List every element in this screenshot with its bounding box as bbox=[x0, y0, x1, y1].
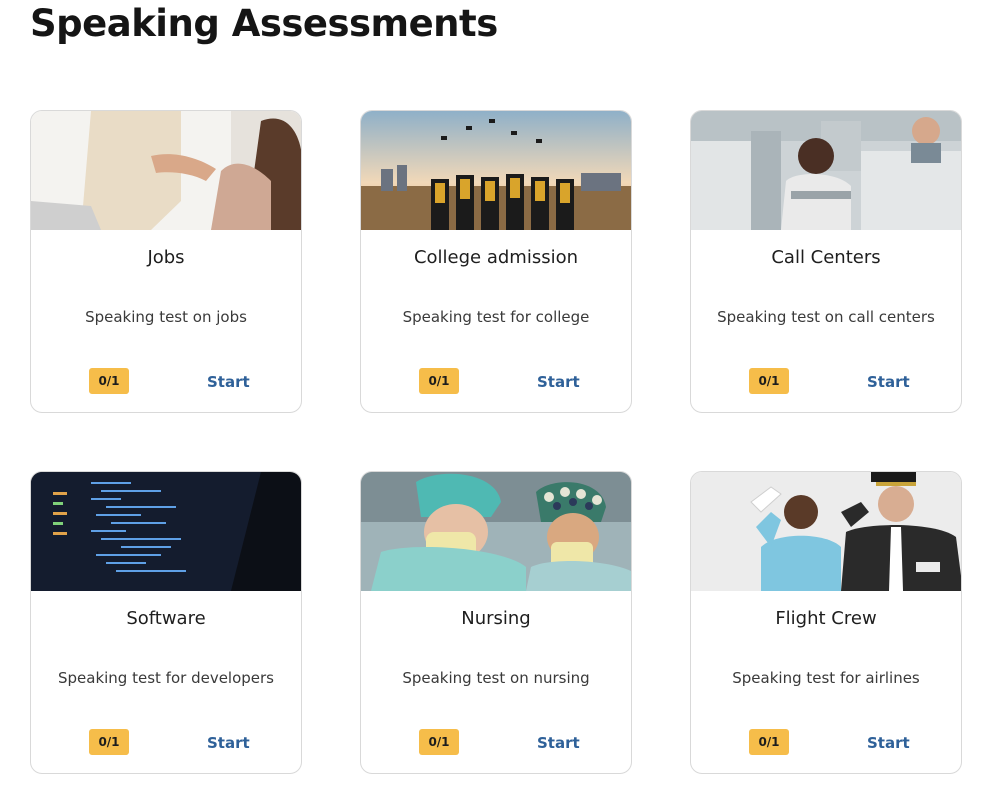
progress-badge: 0/1 bbox=[89, 368, 129, 394]
graduation-photo bbox=[361, 111, 631, 230]
start-button[interactable]: Start bbox=[207, 734, 250, 752]
card-description: Speaking test for developers bbox=[57, 669, 274, 687]
call-center-photo bbox=[691, 111, 961, 230]
start-button[interactable]: Start bbox=[867, 734, 910, 752]
card-title: Nursing bbox=[461, 608, 531, 629]
card-title: Jobs bbox=[147, 247, 185, 268]
progress-badge: 0/1 bbox=[749, 729, 789, 755]
card-title: Flight Crew bbox=[775, 608, 877, 629]
progress-badge: 0/1 bbox=[749, 368, 789, 394]
card-description: Speaking test for college bbox=[402, 308, 590, 326]
card-description: Speaking test on nursing bbox=[402, 669, 590, 687]
progress-badge: 0/1 bbox=[419, 368, 459, 394]
assessment-card-call-centers[interactable]: Call Centers Speaking test on call cente… bbox=[690, 110, 962, 413]
card-description: Speaking test on jobs bbox=[85, 308, 247, 326]
nurses-photo bbox=[361, 472, 631, 591]
progress-badge: 0/1 bbox=[419, 729, 459, 755]
assessment-card-nursing[interactable]: Nursing Speaking test on nursing 0/1 Sta… bbox=[360, 471, 632, 774]
start-button[interactable]: Start bbox=[867, 373, 910, 391]
start-button[interactable]: Start bbox=[537, 373, 580, 391]
card-title: College admission bbox=[413, 247, 579, 268]
start-button[interactable]: Start bbox=[537, 734, 580, 752]
page-title: Speaking Assessments bbox=[30, 2, 498, 45]
assessment-card-software[interactable]: Software Speaking test for developers 0/… bbox=[30, 471, 302, 774]
assessment-card-jobs[interactable]: Jobs Speaking test on jobs 0/1 Start bbox=[30, 110, 302, 413]
flight-crew-photo bbox=[691, 472, 961, 591]
start-button[interactable]: Start bbox=[207, 373, 250, 391]
assessment-card-college-admission[interactable]: College admission Speaking test for coll… bbox=[360, 110, 632, 413]
card-title: Call Centers bbox=[771, 247, 881, 268]
card-title: Software bbox=[126, 608, 206, 629]
card-description: Speaking test for airlines bbox=[732, 669, 920, 687]
progress-badge: 0/1 bbox=[89, 729, 129, 755]
card-description: Speaking test on call centers bbox=[717, 308, 935, 326]
code-screen-photo bbox=[31, 472, 301, 591]
assessment-card-flight-crew[interactable]: Flight Crew Speaking test for airlines 0… bbox=[690, 471, 962, 774]
handshake-photo bbox=[31, 111, 301, 230]
